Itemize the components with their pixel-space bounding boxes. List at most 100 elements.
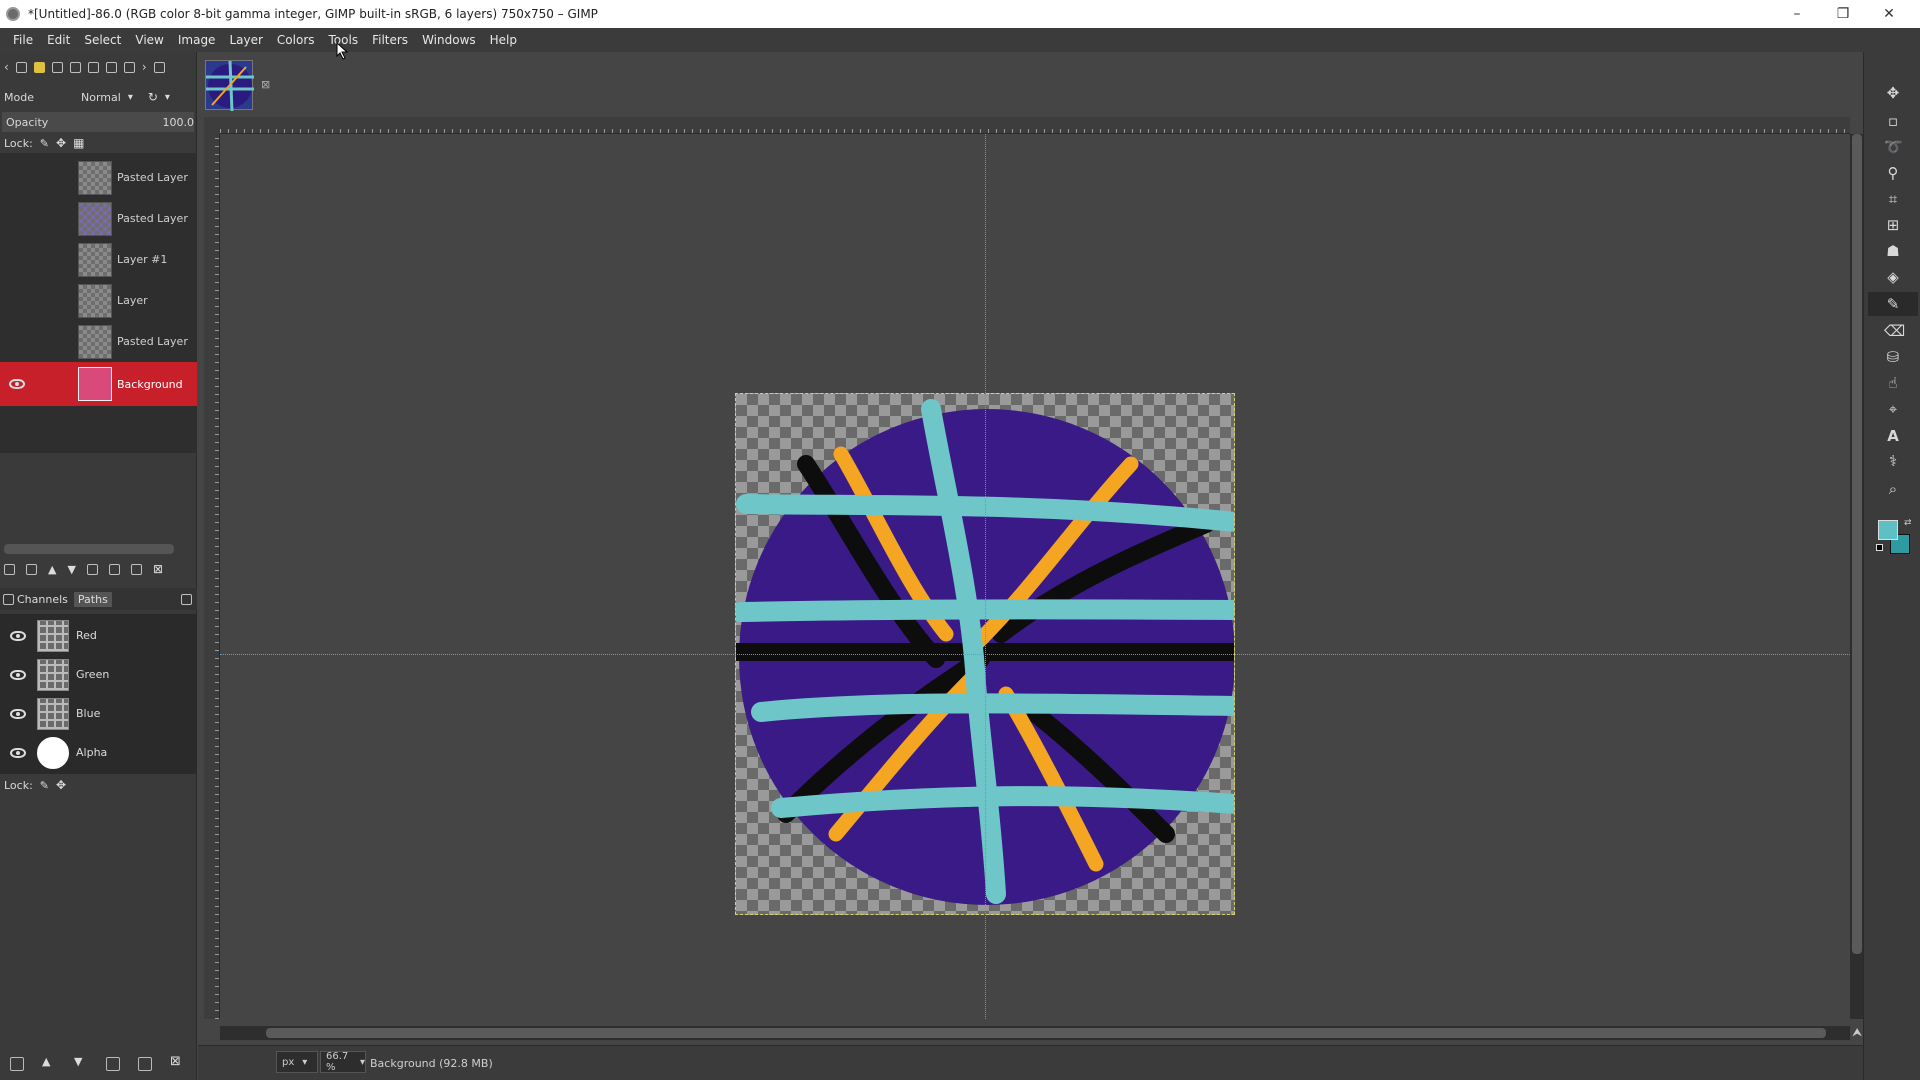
layer-row-active[interactable]: Background: [0, 362, 197, 406]
undo-tab-icon[interactable]: [123, 61, 135, 73]
dock-menu-icon[interactable]: [153, 61, 165, 73]
close-button[interactable]: ✕: [1866, 0, 1912, 28]
layer-row[interactable]: Pasted Layer: [0, 321, 197, 362]
bucket-fill-icon[interactable]: ◈: [1884, 268, 1902, 286]
fuzzy-select-icon[interactable]: ⚲: [1884, 164, 1902, 182]
new-group-icon[interactable]: [26, 563, 37, 575]
reset-mode-icon[interactable]: ↻: [148, 90, 158, 104]
layers-tab-icon[interactable]: [105, 61, 117, 73]
navigate-icon[interactable]: ⮝: [1852, 1025, 1862, 1040]
menu-edit[interactable]: Edit: [40, 33, 77, 47]
chevron-right-icon[interactable]: ›: [142, 60, 147, 74]
lock-alpha-icon[interactable]: ▦: [73, 136, 84, 150]
foreground-color-swatch[interactable]: [1878, 520, 1898, 540]
opacity-slider[interactable]: Opacity 100.0: [2, 112, 194, 132]
channel-to-selection-icon[interactable]: [138, 1057, 152, 1071]
close-image-tab-icon[interactable]: ⊠: [261, 78, 270, 91]
clone-icon[interactable]: ⛁: [1884, 348, 1902, 366]
delete-channel-icon[interactable]: ⊠: [170, 1054, 181, 1069]
menu-image[interactable]: Image: [171, 33, 223, 47]
channels-tab-icon[interactable]: [3, 593, 14, 605]
lock-pixels-icon[interactable]: ✎: [40, 137, 49, 150]
layer-row[interactable]: Layer #1: [0, 239, 197, 280]
raise-channel-icon[interactable]: ▲: [42, 1055, 50, 1068]
lower-channel-icon[interactable]: ▼: [74, 1055, 82, 1068]
vertical-ruler[interactable]: [204, 134, 220, 1019]
menu-windows[interactable]: Windows: [415, 33, 483, 47]
smudge-icon[interactable]: ☝: [1884, 374, 1902, 392]
visibility-eye-icon[interactable]: [9, 379, 25, 389]
lower-layer-icon[interactable]: ▼: [67, 563, 75, 576]
rect-select-icon[interactable]: ▫: [1884, 112, 1902, 130]
channel-row[interactable]: Green: [0, 655, 197, 694]
warp-icon[interactable]: ☗: [1884, 242, 1902, 260]
minimize-button[interactable]: –: [1774, 0, 1820, 28]
horizontal-scroll-thumb[interactable]: [266, 1028, 1826, 1038]
menu-filters[interactable]: Filters: [365, 33, 415, 47]
color-picker-icon[interactable]: ⚕: [1884, 452, 1902, 470]
chevron-left-icon[interactable]: ‹: [4, 60, 9, 74]
lasso-icon[interactable]: ➰: [1884, 138, 1903, 156]
paintbrush-icon[interactable]: ✎: [1884, 295, 1902, 313]
duplicate-channel-icon[interactable]: [106, 1057, 120, 1071]
unified-transform-icon[interactable]: ⊞: [1884, 216, 1902, 234]
layer-row[interactable]: Pasted Layer: [0, 198, 197, 239]
brushes-tab-icon[interactable]: [33, 61, 45, 73]
horizontal-scrollbar[interactable]: [220, 1026, 1850, 1040]
zoom-select[interactable]: 66.7 % ▾: [320, 1051, 366, 1073]
text-icon[interactable]: A: [1884, 427, 1902, 445]
vertical-scrollbar[interactable]: [1850, 134, 1864, 1019]
new-layer-icon[interactable]: [4, 563, 15, 575]
tab-channels[interactable]: Channels: [17, 593, 68, 606]
raise-layer-icon[interactable]: ▲: [48, 563, 56, 576]
lock-position-icon[interactable]: ✥: [56, 136, 66, 150]
menu-view[interactable]: View: [128, 33, 170, 47]
merge-layer-icon[interactable]: [108, 563, 120, 575]
images-tab-icon[interactable]: [87, 61, 99, 73]
menu-help[interactable]: Help: [483, 33, 524, 47]
image-tab-thumbnail[interactable]: [205, 60, 254, 112]
layer-row[interactable]: Layer: [0, 280, 197, 321]
swap-colors-icon[interactable]: ⇄: [1904, 518, 1912, 528]
visibility-eye-icon[interactable]: [10, 708, 26, 719]
duplicate-layer-icon[interactable]: [86, 563, 98, 575]
patterns-tab-icon[interactable]: [69, 61, 81, 73]
tool-options-tab-icon[interactable]: [15, 61, 27, 73]
lock-pixels-icon[interactable]: ✎: [40, 779, 49, 792]
eraser-icon[interactable]: ⌫: [1884, 322, 1905, 340]
path-icon[interactable]: ⌖: [1884, 400, 1902, 418]
vertical-scroll-thumb[interactable]: [1852, 134, 1862, 954]
channel-row[interactable]: Blue: [0, 694, 197, 733]
zoom-icon[interactable]: ⌕: [1884, 480, 1902, 498]
opacity-value[interactable]: 100.0: [163, 116, 195, 129]
channel-row[interactable]: Alpha: [0, 733, 197, 772]
chevron-down-icon[interactable]: ▾: [128, 92, 133, 103]
delete-layer-icon[interactable]: ⊠: [153, 562, 163, 576]
visibility-eye-icon[interactable]: [10, 669, 26, 680]
visibility-eye-icon[interactable]: [10, 630, 26, 641]
tab-paths[interactable]: Paths: [73, 591, 112, 607]
layer-row[interactable]: Pasted Layer: [0, 157, 197, 198]
restore-button[interactable]: ❐: [1820, 0, 1866, 28]
horizontal-guide[interactable]: [220, 654, 1850, 655]
channel-row[interactable]: Red: [0, 616, 197, 655]
unit-select[interactable]: px ▾: [276, 1051, 318, 1073]
chevron-down-icon[interactable]: ▾: [165, 92, 170, 103]
menu-file[interactable]: File: [6, 33, 40, 47]
menu-layer[interactable]: Layer: [222, 33, 269, 47]
lock-position-icon[interactable]: ✥: [56, 778, 66, 792]
horizontal-ruler[interactable]: [220, 117, 1850, 134]
default-colors-icon[interactable]: [1876, 544, 1883, 551]
vertical-guide[interactable]: [985, 134, 986, 1019]
dock-menu-icon[interactable]: [181, 593, 192, 605]
anchor-layer-icon[interactable]: [130, 563, 142, 575]
paint-tab-icon[interactable]: [51, 61, 63, 73]
move-icon[interactable]: ✥: [1884, 84, 1902, 102]
mode-select[interactable]: Normal: [81, 91, 121, 104]
menu-colors[interactable]: Colors: [270, 33, 322, 47]
new-channel-icon[interactable]: [10, 1057, 24, 1071]
crop-icon[interactable]: ⌗: [1884, 190, 1902, 208]
menu-select[interactable]: Select: [77, 33, 128, 47]
visibility-eye-icon[interactable]: [10, 747, 26, 758]
layers-scrollbar[interactable]: [4, 544, 174, 554]
